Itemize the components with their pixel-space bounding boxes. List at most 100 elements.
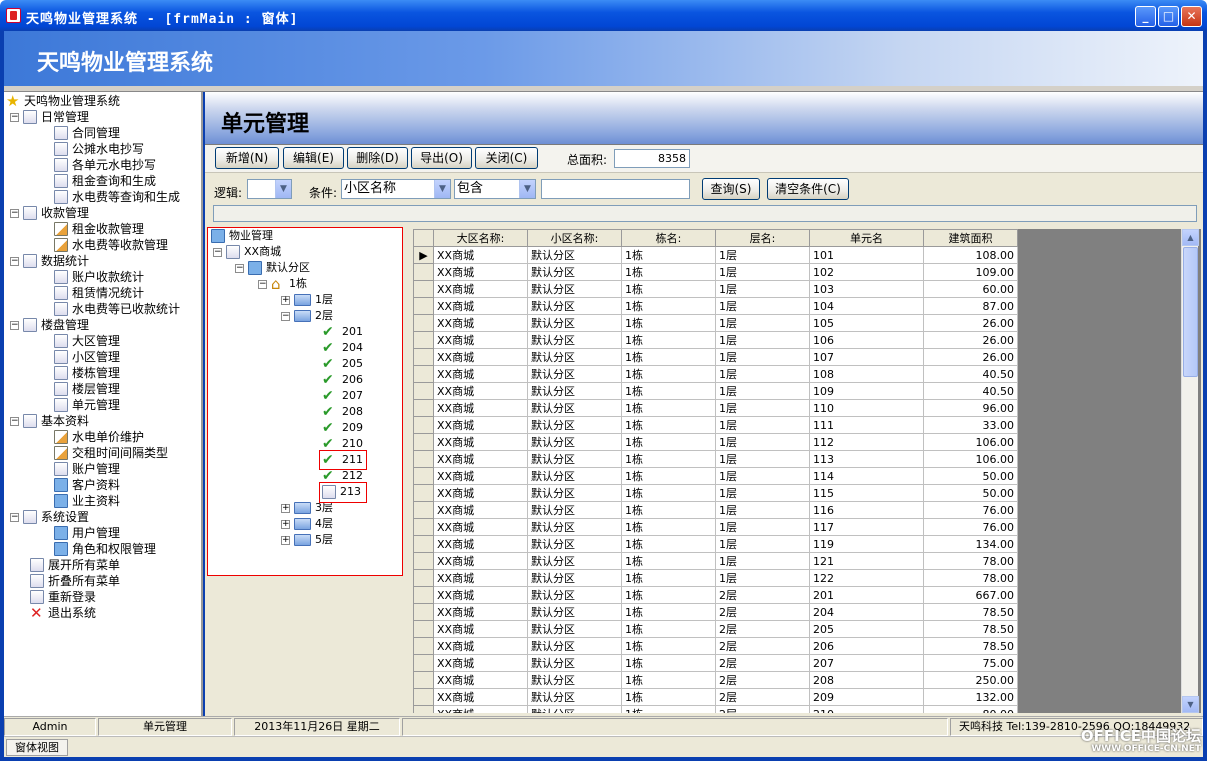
collapse-icon[interactable]: − <box>10 256 19 266</box>
table-cell[interactable]: 1层 <box>715 399 810 417</box>
table-cell[interactable]: XX商城 <box>433 365 528 383</box>
tree-zone[interactable]: − 默认分区 <box>235 260 310 276</box>
close-panel-button[interactable]: 关闭(C) <box>475 147 538 169</box>
row-selector[interactable] <box>413 552 434 570</box>
delete-button[interactable]: 删除(D) <box>347 147 408 169</box>
table-cell[interactable]: 默认分区 <box>527 331 622 349</box>
table-row[interactable]: XX商城 默认分区 1栋 1层 119 134.00 <box>413 535 1018 553</box>
table-row[interactable]: XX商城 默认分区 1栋 1层 110 96.00 <box>413 399 1018 417</box>
table-cell[interactable]: 默认分区 <box>527 654 622 672</box>
table-row[interactable]: XX商城 默认分区 1栋 2层 207 75.00 <box>413 654 1018 672</box>
nav-item-3-0[interactable]: 大区管理 <box>54 333 120 349</box>
table-cell[interactable]: 默认分区 <box>527 263 622 281</box>
table-cell[interactable]: 110 <box>809 399 924 417</box>
tree-floor-1[interactable]: − 2层 <box>281 308 333 324</box>
add-button[interactable]: 新增(N) <box>215 147 279 169</box>
table-cell[interactable]: XX商城 <box>433 450 528 468</box>
table-cell[interactable]: 80.00 <box>923 705 1018 713</box>
nav-item-1-1[interactable]: 水电费等收款管理 <box>54 237 168 253</box>
table-cell[interactable]: 1栋 <box>621 620 716 638</box>
table-cell[interactable]: XX商城 <box>433 603 528 621</box>
row-selector[interactable] <box>413 501 434 519</box>
table-cell[interactable]: 2层 <box>715 671 810 689</box>
nav-item-4-3[interactable]: 客户资料 <box>54 477 120 493</box>
nav-item-3-4[interactable]: 单元管理 <box>54 397 120 413</box>
minimize-button[interactable]: _ <box>1135 6 1156 27</box>
nav-item-2-1[interactable]: 租赁情况统计 <box>54 285 144 301</box>
tree-unit-208[interactable]: ✔ 208 <box>322 404 363 420</box>
table-cell[interactable]: 1栋 <box>621 501 716 519</box>
table-cell[interactable]: 1栋 <box>621 586 716 604</box>
table-cell[interactable]: 26.00 <box>923 331 1018 349</box>
row-selector[interactable] <box>413 433 434 451</box>
table-cell[interactable]: 默认分区 <box>527 280 622 298</box>
table-row[interactable]: XX商城 默认分区 1栋 1层 113 106.00 <box>413 450 1018 468</box>
nav-group-0[interactable]: − 日常管理 <box>10 109 89 125</box>
row-selector[interactable] <box>413 705 434 713</box>
table-cell[interactable]: 210 <box>809 705 924 713</box>
table-cell[interactable]: 默认分区 <box>527 314 622 332</box>
nav-item-0-0[interactable]: 合同管理 <box>54 125 120 141</box>
collapse-icon[interactable]: − <box>10 320 19 330</box>
table-cell[interactable]: 667.00 <box>923 586 1018 604</box>
table-cell[interactable]: 1层 <box>715 501 810 519</box>
row-selector[interactable] <box>413 586 434 604</box>
table-cell[interactable]: 1层 <box>715 450 810 468</box>
table-cell[interactable]: 默认分区 <box>527 297 622 315</box>
table-cell[interactable]: 默认分区 <box>527 433 622 451</box>
close-button[interactable]: ✕ <box>1181 6 1202 27</box>
tree-unit-207[interactable]: ✔ 207 <box>322 388 363 404</box>
table-cell[interactable]: XX商城 <box>433 705 528 713</box>
tree-unit-204[interactable]: ✔ 204 <box>322 340 363 356</box>
table-cell[interactable]: 1层 <box>715 467 810 485</box>
row-selector[interactable] <box>413 484 434 502</box>
table-row[interactable]: XX商城 默认分区 1栋 1层 122 78.00 <box>413 569 1018 587</box>
table-row[interactable]: ▶ XX商城 默认分区 1栋 1层 101 108.00 <box>413 246 1018 264</box>
table-cell[interactable]: 1层 <box>715 331 810 349</box>
table-cell[interactable]: 132.00 <box>923 688 1018 706</box>
table-cell[interactable]: 默认分区 <box>527 603 622 621</box>
table-cell[interactable]: 默认分区 <box>527 705 622 713</box>
table-cell[interactable]: XX商城 <box>433 280 528 298</box>
table-cell[interactable]: 40.50 <box>923 382 1018 400</box>
table-cell[interactable]: 250.00 <box>923 671 1018 689</box>
table-cell[interactable]: 1层 <box>715 552 810 570</box>
table-cell[interactable]: 2层 <box>715 620 810 638</box>
row-selector[interactable] <box>413 280 434 298</box>
table-cell[interactable]: 101 <box>809 246 924 264</box>
table-cell[interactable]: 默认分区 <box>527 501 622 519</box>
table-cell[interactable]: 1栋 <box>621 450 716 468</box>
collapse-icon[interactable]: − <box>10 512 19 522</box>
table-cell[interactable]: 1栋 <box>621 518 716 536</box>
table-cell[interactable]: 134.00 <box>923 535 1018 553</box>
table-cell[interactable]: 75.00 <box>923 654 1018 672</box>
table-cell[interactable]: 默认分区 <box>527 246 622 264</box>
table-cell[interactable]: 115 <box>809 484 924 502</box>
table-cell[interactable]: XX商城 <box>433 246 528 264</box>
table-cell[interactable]: 209 <box>809 688 924 706</box>
table-cell[interactable]: 1层 <box>715 518 810 536</box>
table-cell[interactable]: 1栋 <box>621 314 716 332</box>
expand-icon[interactable]: + <box>281 295 290 305</box>
table-cell[interactable]: 默认分区 <box>527 484 622 502</box>
table-cell[interactable]: XX商城 <box>433 569 528 587</box>
collapse-icon[interactable]: − <box>10 112 19 122</box>
table-cell[interactable]: 33.00 <box>923 416 1018 434</box>
table-cell[interactable]: XX商城 <box>433 331 528 349</box>
scroll-down-icon[interactable]: ▼ <box>1182 696 1199 713</box>
table-cell[interactable]: 默认分区 <box>527 586 622 604</box>
table-row[interactable]: XX商城 默认分区 1栋 2层 209 132.00 <box>413 688 1018 706</box>
table-cell[interactable]: 78.50 <box>923 637 1018 655</box>
table-cell[interactable]: 默认分区 <box>527 399 622 417</box>
table-cell[interactable]: 50.00 <box>923 467 1018 485</box>
edit-button[interactable]: 编辑(E) <box>283 147 344 169</box>
table-cell[interactable]: XX商城 <box>433 467 528 485</box>
table-row[interactable]: XX商城 默认分区 1栋 1层 112 106.00 <box>413 433 1018 451</box>
table-cell[interactable]: 1层 <box>715 246 810 264</box>
table-cell[interactable]: 206 <box>809 637 924 655</box>
table-cell[interactable]: 40.50 <box>923 365 1018 383</box>
table-cell[interactable]: 1栋 <box>621 416 716 434</box>
row-selector[interactable] <box>413 416 434 434</box>
table-cell[interactable]: 205 <box>809 620 924 638</box>
nav-extra-1[interactable]: 折叠所有菜单 <box>30 573 120 589</box>
